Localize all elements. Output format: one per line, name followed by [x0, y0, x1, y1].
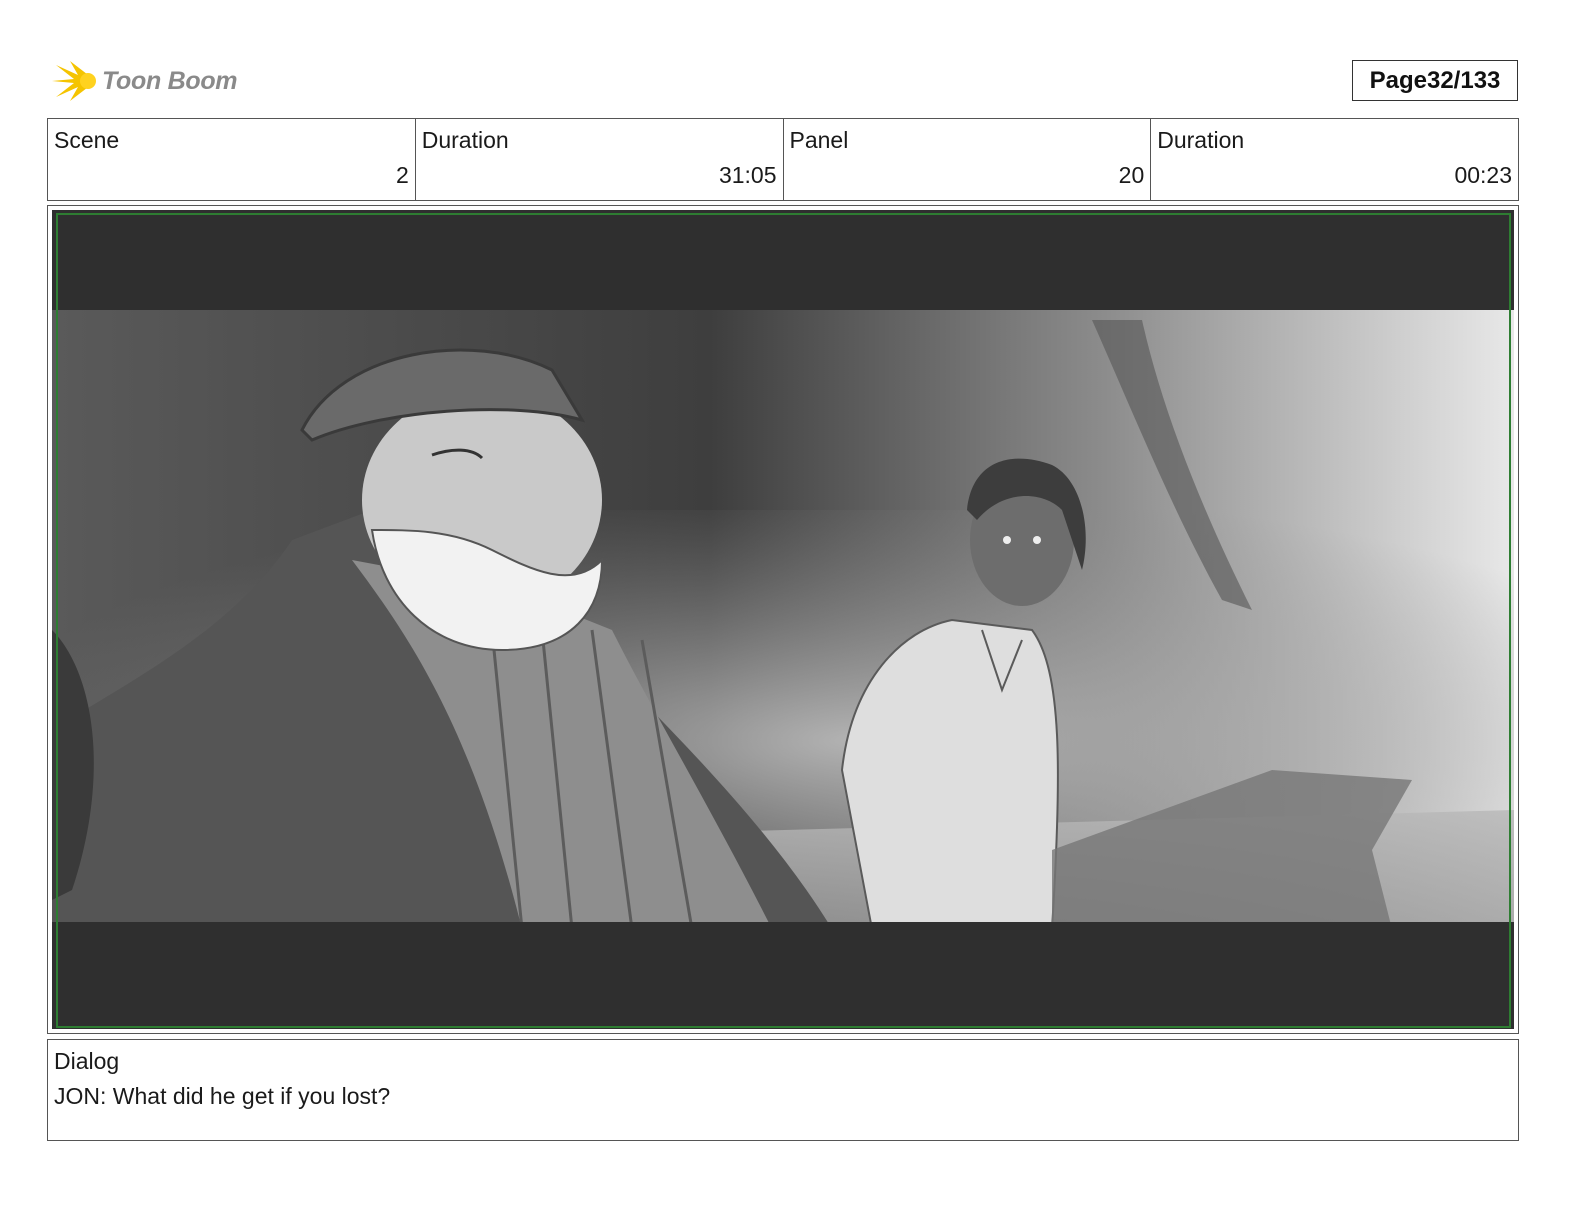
panel-cell: Panel 20	[784, 119, 1152, 200]
panel-duration-value: 00:23	[1454, 162, 1512, 188]
page-indicator: Page 32/133	[1352, 60, 1518, 101]
scene-value: 2	[395, 162, 409, 188]
toon-boom-logo: Toon Boom	[50, 55, 238, 107]
panel-sketch-image	[52, 210, 1514, 1029]
panel-value: 20	[1118, 162, 1145, 188]
page-value: 32/133	[1426, 66, 1501, 94]
dialog-label: Dialog	[54, 1048, 120, 1074]
page-label: Page	[1369, 66, 1427, 94]
scene-cell: Scene 2	[48, 119, 416, 200]
dialog-text: JON: What did he get if you lost?	[54, 1083, 391, 1109]
scene-duration-value: 31:05	[718, 162, 777, 188]
dialog-box: Dialog JON: What did he get if you lost?	[47, 1039, 1519, 1141]
panel-duration-cell: Duration 00:23	[1151, 119, 1518, 200]
letterbox-bottom	[52, 922, 1514, 1029]
scene-label: Scene	[54, 127, 120, 153]
storyboard-sketch	[52, 210, 1514, 1029]
panel-image-frame	[47, 205, 1519, 1034]
panel-label: Panel	[789, 127, 849, 153]
scene-duration-label: Duration	[421, 127, 509, 153]
starburst-logo-icon	[52, 61, 96, 101]
letterbox-top	[52, 210, 1514, 310]
scene-info-table: Scene 2 Duration 31:05 Panel 20 Duration…	[47, 118, 1519, 201]
panel-duration-label: Duration	[1157, 127, 1245, 153]
logo-text: Toon Boom	[102, 66, 238, 95]
scene-duration-cell: Duration 31:05	[416, 119, 784, 200]
